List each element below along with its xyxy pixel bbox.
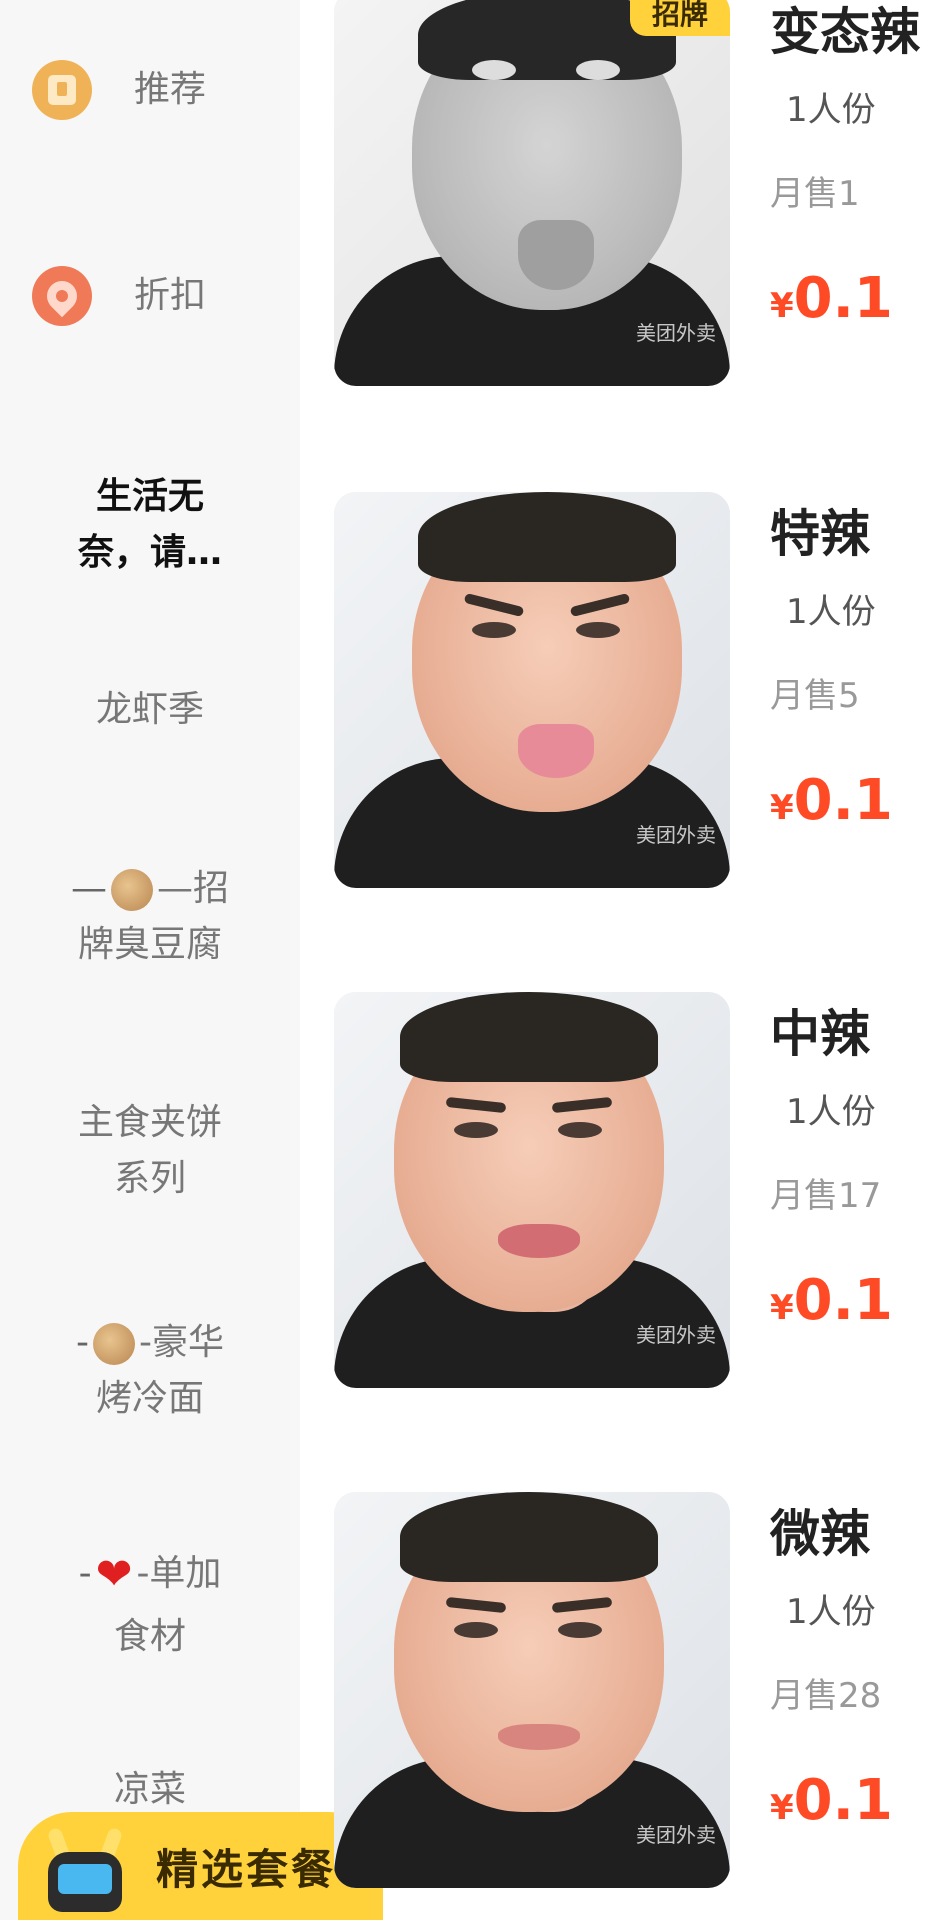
heart-icon: ❤ (95, 1549, 133, 1600)
product-image[interactable]: 美团外卖 (334, 492, 730, 888)
product-card[interactable]: 美团外卖 微辣 1人份 月售28 ¥0.1 (334, 1492, 933, 1892)
food-emoji-icon (110, 869, 153, 912)
signature-tag: 招牌 (630, 0, 730, 36)
product-card[interactable]: 美团外卖 招牌 变态辣 1人份 月售1 ¥0.1 (334, 0, 933, 390)
category-sidebar: 推荐 折扣 生活无 奈，请… 龙虾季 — —招 牌臭豆腐 主食夹饼 系列 - -豪华… (0, 0, 300, 1920)
selected-combo-button[interactable]: 精选套餐 (18, 1812, 383, 1920)
product-portion: 1人份 (786, 1092, 876, 1132)
sidebar-item-label-line1: -❤ -单加 (79, 1541, 222, 1609)
sidebar-item-discount[interactable]: 折扣 (0, 246, 300, 346)
sidebar-item-recommend[interactable]: 推荐 (0, 40, 300, 140)
sidebar-item-label-line2: 食材 (113, 1616, 186, 1658)
price-value: 0.1 (793, 1268, 893, 1333)
image-watermark: 美团外卖 (636, 321, 716, 345)
food-emoji-icon (93, 1323, 135, 1366)
label-suffix: -单加 (136, 1553, 222, 1595)
price-value: 0.1 (793, 1768, 893, 1833)
mascot-icon (38, 1818, 134, 1914)
product-price: ¥0.1 (770, 1768, 893, 1833)
sidebar-item-label-line1: — —招 (71, 861, 229, 917)
sidebar-item-label: 推荐 (134, 69, 207, 111)
product-name: 特辣 (770, 505, 870, 563)
recommend-icon (32, 60, 92, 120)
label-prefix: - (76, 1322, 89, 1364)
sidebar-item-stinky-tofu[interactable]: — —招 牌臭豆腐 (0, 852, 300, 982)
currency-symbol: ¥ (770, 1288, 794, 1328)
label-prefix: - (78, 1553, 92, 1595)
sidebar-item-label: 龙虾季 (95, 689, 204, 731)
product-portion: 1人份 (786, 90, 876, 130)
product-card[interactable]: 美团外卖 中辣 1人份 月售17 ¥0.1 (334, 992, 933, 1392)
sidebar-item-crayfish[interactable]: 龙虾季 (0, 670, 300, 750)
currency-symbol: ¥ (770, 1788, 794, 1828)
image-watermark: 美团外卖 (636, 823, 716, 847)
product-price: ¥0.1 (770, 266, 893, 331)
monthly-sales: 月售17 (770, 1176, 882, 1216)
label-prefix: — (70, 868, 107, 910)
sidebar-item-active[interactable]: 生活无 奈，请… (0, 460, 300, 590)
product-price: ¥0.1 (770, 1268, 893, 1333)
currency-symbol: ¥ (770, 286, 794, 326)
discount-tag-icon (32, 266, 92, 326)
product-image[interactable]: 美团外卖 (334, 992, 730, 1388)
sidebar-item-label-line1: 主食夹饼 (77, 1102, 222, 1144)
sidebar-item-label-line1: 生活无 (95, 476, 204, 518)
sidebar-item-label-line2: 奈，请… (77, 532, 222, 573)
product-image[interactable]: 美团外卖 (334, 0, 730, 386)
currency-symbol: ¥ (770, 788, 794, 828)
label-suffix: —招 (156, 868, 229, 910)
price-value: 0.1 (793, 768, 893, 833)
image-watermark: 美团外卖 (636, 1823, 716, 1847)
product-portion: 1人份 (786, 1592, 876, 1632)
sidebar-item-label-line2: 牌臭豆腐 (77, 924, 222, 965)
sidebar-item-label-line2: 烤冷面 (95, 1378, 204, 1419)
sidebar-item-label: 凉菜 (113, 1769, 186, 1811)
sidebar-item-label-line1: - -豪华 (76, 1315, 224, 1371)
product-name: 微辣 (770, 1505, 870, 1563)
sidebar-item-label-line2: 系列 (113, 1158, 186, 1199)
monthly-sales: 月售28 (770, 1676, 882, 1716)
price-value: 0.1 (793, 266, 893, 331)
monthly-sales: 月售1 (770, 174, 860, 214)
product-name: 中辣 (770, 1005, 870, 1063)
image-watermark: 美团外卖 (636, 1323, 716, 1347)
monthly-sales: 月售5 (770, 676, 860, 716)
product-card[interactable]: 美团外卖 特辣 1人份 月售5 ¥0.1 (334, 492, 933, 892)
sidebar-item-cold-noodle[interactable]: - -豪华 烤冷面 (0, 1306, 300, 1436)
sidebar-item-extra-ingredients[interactable]: -❤ -单加 食材 (0, 1538, 300, 1668)
product-name: 变态辣 (770, 3, 920, 61)
combo-label: 精选套餐 (156, 1844, 337, 1894)
product-portion: 1人份 (786, 592, 876, 632)
product-image[interactable]: 美团外卖 (334, 1492, 730, 1888)
product-price: ¥0.1 (770, 768, 893, 833)
sidebar-item-staple-food[interactable]: 主食夹饼 系列 (0, 1086, 300, 1216)
label-suffix: -豪华 (139, 1322, 224, 1364)
sidebar-item-label: 折扣 (134, 275, 207, 317)
